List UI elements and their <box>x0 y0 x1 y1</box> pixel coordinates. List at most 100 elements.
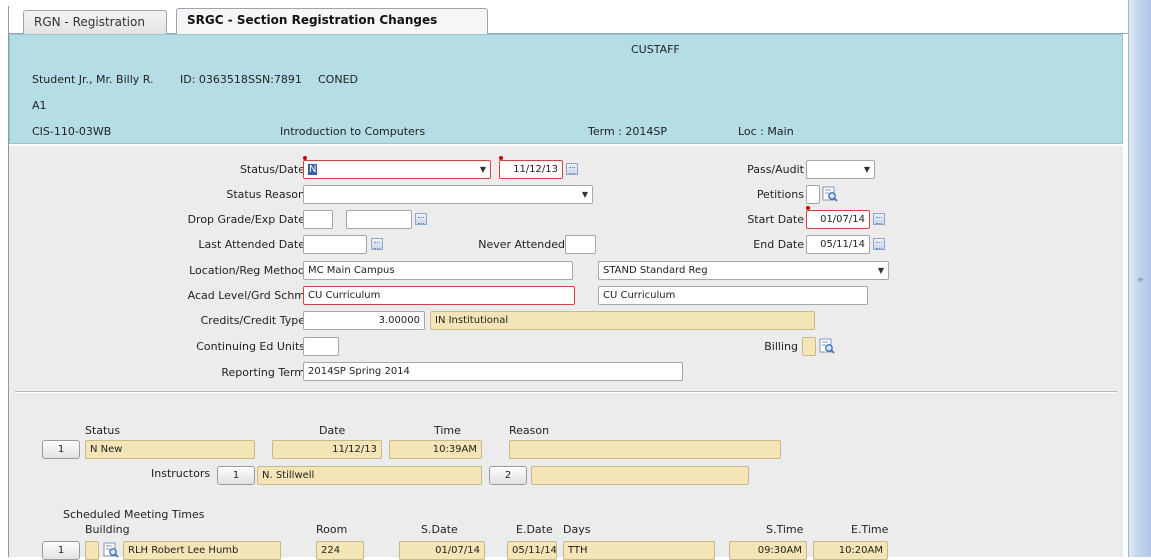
location-field[interactable]: MC Main Campus <box>303 261 573 280</box>
start-date-field[interactable]: 01/07/14 <box>806 210 870 229</box>
dropdown-arrow-icon: ▼ <box>863 165 870 174</box>
status-select[interactable]: N ▼ <box>303 160 491 179</box>
status-column-header: Status <box>85 424 121 437</box>
meeting-indicator-field <box>85 541 99 560</box>
petitions-field[interactable] <box>806 185 820 204</box>
time-column-header: Time <box>434 424 461 437</box>
dropdown-arrow-icon: ▼ <box>877 266 884 275</box>
course-title: Introduction to Computers <box>280 125 426 138</box>
last-attended-label: Last Attended Date <box>198 238 305 251</box>
instructor-2-button[interactable]: 2 <box>489 466 527 485</box>
lookup-icon[interactable] <box>822 186 838 202</box>
required-marker <box>806 206 810 210</box>
dropdown-arrow-icon: ▼ <box>479 165 486 174</box>
meeting-days: TTH <box>563 541 715 560</box>
tab-bar: RGN - Registration SRGC - Section Regist… <box>9 6 1129 35</box>
student-id: ID: 0363518 <box>180 73 248 86</box>
meeting-start-time: 09:30AM <box>729 541 807 560</box>
meeting-building: RLH Robert Lee Humb <box>123 541 281 560</box>
meeting-end-time: 10:20AM <box>813 541 888 560</box>
lookup-icon[interactable] <box>819 338 835 354</box>
status-history-date: 11/12/13 <box>272 440 382 459</box>
reason-column-header: Reason <box>509 424 550 437</box>
record-header: CUSTAFF Student Jr., Mr. Billy R. ID: 03… <box>9 34 1123 144</box>
reporting-term-field[interactable]: 2014SP Spring 2014 <box>303 362 683 381</box>
reg-method-select[interactable]: STAND Standard Reg ▼ <box>598 261 889 280</box>
days-column-header: Days <box>563 523 591 536</box>
student-ssn: SSN:7891 <box>248 73 302 86</box>
calendar-icon[interactable] <box>566 163 578 175</box>
student-name: Student Jr., Mr. Billy R. <box>32 73 154 86</box>
acad-level-label: Acad Level/Grd Schm <box>187 289 305 302</box>
edate-column-header: E.Date <box>516 523 553 536</box>
calendar-icon[interactable] <box>873 238 885 250</box>
meeting-start-date: 01/07/14 <box>399 541 485 560</box>
never-attended-field[interactable] <box>565 235 596 254</box>
billing-field <box>802 337 816 356</box>
end-date-field[interactable]: 05/11/14 <box>806 235 870 254</box>
credit-type-field: IN Institutional <box>430 311 815 330</box>
status-row-button[interactable]: 1 <box>42 440 80 459</box>
status-history-status: N New <box>85 440 255 459</box>
meeting-row-button[interactable]: 1 <box>42 541 80 560</box>
meeting-end-date: 05/11/14 <box>507 541 557 560</box>
stime-column-header: S.Time <box>766 523 804 536</box>
building-column-header: Building <box>85 523 130 536</box>
room-column-header: Room <box>316 523 348 536</box>
student-code: A1 <box>32 99 47 112</box>
section-name: CIS-110-03WB <box>32 125 112 138</box>
dropdown-arrow-icon: ▼ <box>581 190 588 199</box>
tab-rgn-registration[interactable]: RGN - Registration <box>23 10 167 35</box>
billing-label: Billing <box>764 340 798 353</box>
required-marker <box>499 156 503 160</box>
credits-label: Credits/Credit Type <box>200 314 305 327</box>
meeting-times-title: Scheduled Meeting Times <box>63 508 205 521</box>
end-date-label: End Date <box>753 238 804 251</box>
instructor-2-name <box>531 466 749 485</box>
status-date-field[interactable]: 11/12/13 <box>499 160 563 179</box>
acad-level-field[interactable]: CU Curriculum <box>303 286 575 305</box>
last-attended-field[interactable] <box>303 235 367 254</box>
never-attended-label: Never Attended <box>478 238 565 251</box>
calendar-icon[interactable] <box>415 213 427 225</box>
location-label: Loc : Main <box>738 125 794 138</box>
term-label: Term : 2014SP <box>588 125 667 138</box>
exp-date-field[interactable] <box>346 210 412 229</box>
meeting-room: 224 <box>316 541 364 560</box>
window-side-panel[interactable]: ≡ <box>1128 0 1151 557</box>
calendar-icon[interactable] <box>371 238 383 250</box>
etime-column-header: E.Time <box>851 523 889 536</box>
grading-scheme-field[interactable]: CU Curriculum <box>598 286 868 305</box>
drop-grade-label: Drop Grade/Exp Date <box>187 213 305 226</box>
pass-audit-label: Pass/Audit <box>747 163 804 176</box>
lookup-icon[interactable] <box>103 542 119 558</box>
sdate-column-header: S.Date <box>421 523 458 536</box>
program-code: CONED <box>318 73 358 86</box>
drop-grade-field[interactable] <box>303 210 333 229</box>
required-marker <box>303 156 307 160</box>
petitions-label: Petitions <box>756 188 804 201</box>
status-history-reason <box>509 440 781 459</box>
instructors-label: Instructors <box>151 467 211 480</box>
reporting-term-label: Reporting Term <box>221 366 305 379</box>
status-reason-label: Status Reason <box>226 188 305 201</box>
status-date-label: Status/Date <box>239 163 305 176</box>
status-history-time: 10:39AM <box>389 440 482 459</box>
ceu-label: Continuing Ed Units <box>196 340 305 353</box>
instructor-1-button[interactable]: 1 <box>217 466 255 485</box>
section-divider <box>15 391 1117 393</box>
calendar-icon[interactable] <box>873 213 885 225</box>
pass-audit-select[interactable]: ▼ <box>806 160 875 179</box>
instructor-1-name: N. Stillwell <box>257 466 482 485</box>
start-date-label: Start Date <box>747 213 804 226</box>
app-window: RGN - Registration SRGC - Section Regist… <box>8 6 1129 560</box>
user-label: CUSTAFF <box>631 43 680 56</box>
credits-field[interactable]: 3.00000 <box>303 311 425 330</box>
status-reason-select[interactable]: ▼ <box>303 185 593 204</box>
ceu-field[interactable] <box>303 337 339 356</box>
date-column-header: Date <box>319 424 346 437</box>
splitter-grip-icon[interactable]: ≡ <box>1137 276 1144 284</box>
location-reg-label: Location/Reg Method <box>189 264 305 277</box>
registration-form: Status/Date N ▼ 11/12/13 Status Reason ▼… <box>9 146 1123 560</box>
tab-srgc-section-registration-changes[interactable]: SRGC - Section Registration Changes <box>176 8 488 35</box>
